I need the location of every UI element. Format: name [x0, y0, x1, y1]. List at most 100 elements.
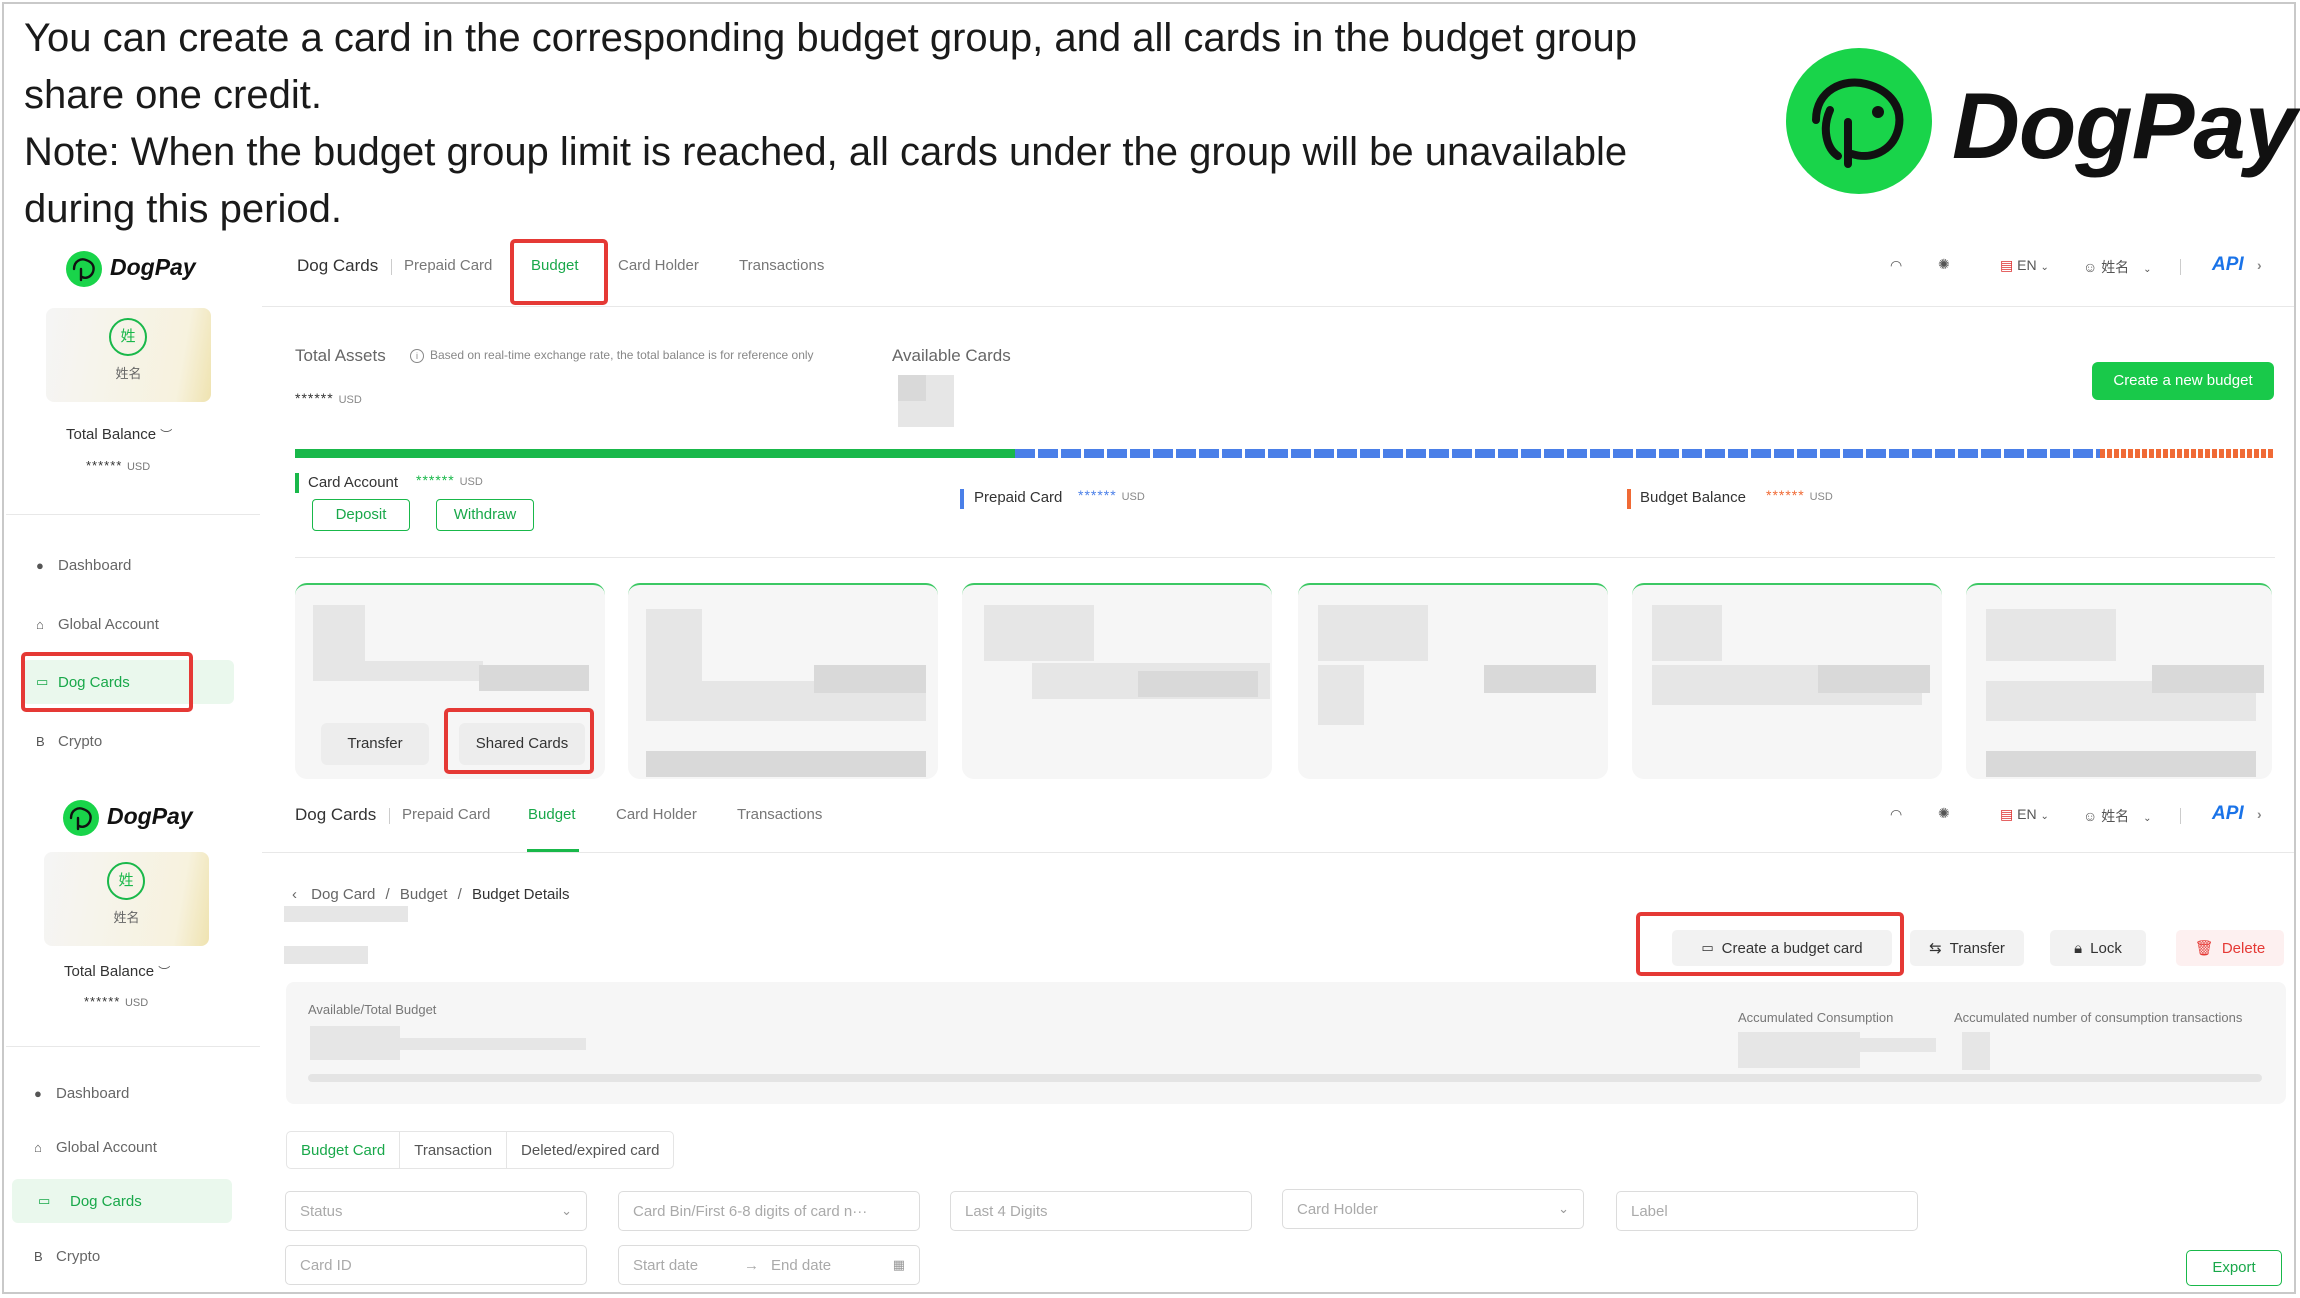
last-4-digits-placeholder: Last 4 Digits — [965, 1202, 1048, 1220]
budget-card-3[interactable] — [962, 583, 1272, 779]
prepaid-card-label: Prepaid Card — [974, 489, 1063, 506]
dog-logo-icon — [1786, 48, 1932, 194]
currency-label: USD — [459, 476, 483, 488]
budget-value-blurred — [310, 1026, 400, 1060]
language-selector[interactable]: ▤ EN ⌄ — [2000, 257, 2049, 274]
accumulated-transactions-label: Accumulated number of consumption transa… — [1954, 1010, 2243, 1025]
tab-card-holder[interactable]: Card Holder — [618, 257, 699, 274]
total-balance-mask: ****** — [84, 994, 121, 1009]
sidebar-item-crypto[interactable]: B Crypto — [20, 1234, 230, 1278]
card-holder-placeholder: Card Holder — [1297, 1200, 1378, 1218]
api-link[interactable]: API › — [2212, 803, 2262, 825]
card-bin-input[interactable]: Card Bin/First 6-8 digits of card n··· — [618, 1191, 920, 1231]
api-label: API — [2212, 803, 2244, 824]
tab-budget[interactable]: Budget — [528, 806, 576, 823]
total-balance-label[interactable]: Total Balance ︶ — [64, 963, 170, 980]
budget-balance-value: ****** USD — [1766, 487, 1833, 503]
transfer-button[interactable]: ⇆ Transfer — [1910, 930, 2024, 966]
total-balance-mask: ****** — [86, 458, 123, 473]
export-button[interactable]: Export — [2186, 1250, 2282, 1286]
currency-label: USD — [126, 461, 151, 473]
user-menu-name: 姓名 — [2101, 808, 2130, 824]
api-link[interactable]: API › — [2212, 254, 2262, 276]
breadcrumb-dog-card[interactable]: Dog Card — [311, 886, 375, 903]
total-balance-label[interactable]: Total Balance ︶ — [66, 426, 172, 443]
calendar-icon: ▦ — [892, 1257, 905, 1272]
budget-card-5[interactable] — [1632, 583, 1942, 779]
last-4-digits-input[interactable]: Last 4 Digits — [950, 1191, 1252, 1231]
headset-icon[interactable]: ◠ — [1890, 806, 1902, 823]
total-balance-text: Total Balance — [66, 426, 157, 443]
status-select[interactable]: Status ⌄ — [285, 1191, 587, 1231]
arrow-right-icon: → — [744, 1256, 760, 1274]
budget-card-2[interactable] — [628, 583, 938, 779]
tab-prepaid-card[interactable]: Prepaid Card — [402, 806, 490, 823]
headset-icon[interactable]: ◠ — [1890, 257, 1902, 274]
currency-label: USD — [338, 394, 362, 406]
brand-wordmark: DogPay — [1952, 73, 2297, 178]
assets-hint: i Based on real-time exchange rate, the t… — [410, 348, 814, 363]
theme-sun-icon[interactable]: ✺ — [1938, 256, 1950, 273]
date-range-picker[interactable]: Start date → End date ▦ — [618, 1245, 920, 1285]
blur-patch — [479, 665, 589, 691]
blur-patch — [2152, 665, 2264, 693]
user-name: 姓名 — [115, 366, 142, 381]
tab-separator — [389, 808, 390, 824]
profile-card[interactable]: 姓 姓名 — [46, 308, 211, 402]
start-date-placeholder: Start date — [633, 1256, 699, 1274]
breadcrumb-separator: / — [457, 886, 462, 903]
sidebar-item-global-account[interactable]: ⌂ Global Account — [22, 602, 232, 646]
budget-card-6[interactable] — [1966, 583, 2272, 779]
user-menu[interactable]: ☺ 姓名 ⌄ — [2083, 806, 2151, 826]
budget-balance-bar — [2100, 449, 2275, 458]
sidebar-item-dog-cards[interactable]: ▭ Dog Cards — [12, 1179, 232, 1223]
breadcrumb-budget[interactable]: Budget — [400, 886, 448, 903]
eye-closed-icon[interactable]: ︶ — [160, 428, 172, 442]
card-holder-select[interactable]: Card Holder ⌄ — [1282, 1189, 1584, 1229]
create-new-budget-button[interactable]: Create a new budget — [2092, 362, 2274, 400]
tab-dog-cards[interactable]: Dog Cards — [297, 256, 378, 276]
tab-dog-cards[interactable]: Dog Cards — [295, 805, 376, 825]
lock-icon: 🔒︎ — [2074, 939, 2083, 957]
tab-transactions[interactable]: Transactions — [737, 806, 822, 823]
sidebar-item-dashboard[interactable]: ● Dashboard — [20, 1071, 230, 1115]
dog-logo-icon — [63, 800, 99, 836]
highlight-budget-tab — [510, 239, 608, 305]
sidebar-item-label: Dashboard — [58, 556, 132, 574]
trash-icon: 🗑︎ — [2194, 940, 2214, 957]
total-assets-value: ****** USD — [295, 390, 362, 406]
transfer-button[interactable]: Transfer — [321, 723, 429, 765]
tab-transactions[interactable]: Transactions — [739, 257, 824, 274]
label-placeholder: Label — [1631, 1202, 1668, 1220]
chevron-left-icon[interactable]: ‹ — [292, 886, 297, 903]
sidebar-item-dashboard[interactable]: ● Dashboard — [22, 543, 232, 587]
header-divider — [262, 852, 2294, 853]
transfer-icon: ⇆ — [1929, 940, 1942, 957]
card-id-input[interactable]: Card ID — [285, 1245, 587, 1285]
sidebar-item-global-account[interactable]: ⌂ Global Account — [20, 1125, 230, 1169]
tab-transaction[interactable]: Transaction — [400, 1132, 508, 1168]
budget-card-4[interactable] — [1298, 583, 1608, 779]
withdraw-button[interactable]: Withdraw — [436, 499, 534, 531]
theme-sun-icon[interactable]: ✺ — [1938, 805, 1950, 822]
tab-card-holder[interactable]: Card Holder — [616, 806, 697, 823]
profile-card[interactable]: 姓 姓名 — [44, 852, 209, 946]
tab-deleted-expired-card[interactable]: Deleted/expired card — [507, 1132, 673, 1168]
prepaid-card-bar — [1015, 449, 2100, 458]
tab-budget-card[interactable]: Budget Card — [287, 1132, 401, 1168]
brand-wordmark: DogPay — [110, 254, 196, 280]
header-separator — [2180, 808, 2181, 824]
sidebar-item-crypto[interactable]: B Crypto — [22, 719, 232, 763]
card-icon: ▭ — [38, 1193, 51, 1208]
blur-patch — [313, 605, 365, 661]
deposit-button[interactable]: Deposit — [312, 499, 410, 531]
language-selector[interactable]: ▤ EN ⌄ — [2000, 806, 2049, 823]
tab-prepaid-card[interactable]: Prepaid Card — [404, 257, 492, 274]
user-menu[interactable]: ☺ 姓名 ⌄ — [2083, 257, 2151, 277]
lock-button[interactable]: 🔒︎ Lock — [2050, 930, 2146, 966]
budget-balance-label: Budget Balance — [1640, 489, 1746, 506]
eye-closed-icon[interactable]: ︶ — [158, 965, 170, 979]
chevron-down-icon: ⌄ — [561, 1203, 572, 1218]
delete-button[interactable]: 🗑︎ Delete — [2176, 930, 2284, 966]
label-input[interactable]: Label — [1616, 1191, 1918, 1231]
